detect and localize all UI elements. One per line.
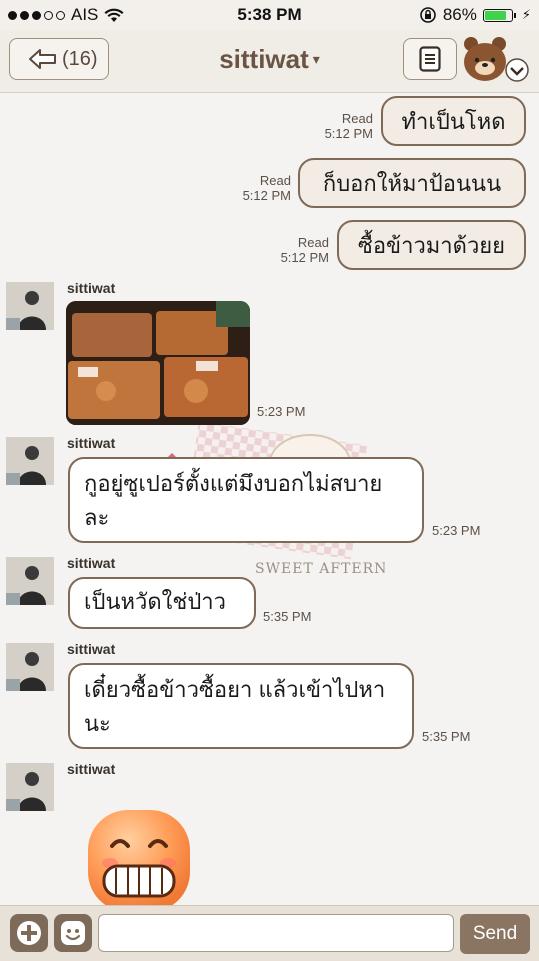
message-meta: Read 5:12 PM: [325, 111, 373, 141]
message-time: 5:12 PM: [324, 126, 373, 141]
back-button[interactable]: (16): [9, 38, 109, 80]
chat-header: (16) sittiwat ▾: [0, 30, 539, 93]
battery-icon: [482, 8, 516, 22]
message-time: 5:12 PM: [280, 250, 329, 265]
message-bubble[interactable]: ก็บอกให้มาป้อนนน: [298, 158, 526, 208]
message-time: 5:12 PM: [242, 188, 291, 203]
message-input[interactable]: [98, 914, 454, 952]
message-time: 5:23 PM: [257, 404, 306, 419]
read-status: Read: [297, 235, 329, 250]
message-text-line: เดี๋ยวซื้อข้าวซื้อยา แล้วเข้าไปหา: [84, 677, 386, 702]
message-bubble[interactable]: ทำเป็นโหด: [381, 96, 526, 146]
sender-name: sittiwat: [67, 555, 116, 571]
person-avatar-icon: [6, 437, 54, 485]
read-status: Read: [259, 173, 291, 188]
message-time: 5:35 PM: [263, 609, 312, 624]
message-bubble[interactable]: ซื้อข้าวมาด้วยย: [337, 220, 526, 270]
person-avatar-icon: [6, 763, 54, 811]
message-bubble[interactable]: กูอยู่ซูเปอร์ตั้งแต่มึงบอกไม่สบาย ละ: [68, 457, 424, 543]
notes-button[interactable]: [403, 38, 457, 80]
smiley-icon: [61, 921, 85, 945]
message-text-line: ละ: [84, 505, 110, 530]
message-text-line: เป็นหวัดใช่ป่าว: [84, 589, 227, 614]
message-bubble[interactable]: เป็นหวัดใช่ป่าว: [68, 577, 256, 629]
plus-icon: [17, 921, 41, 945]
person-avatar-icon: [6, 557, 54, 605]
chevron-down-icon: ▾: [312, 51, 320, 67]
sender-name: sittiwat: [67, 435, 116, 451]
message-time: 5:35 PM: [422, 729, 471, 744]
rotation-lock-icon: [420, 7, 436, 23]
avatar[interactable]: [6, 437, 54, 485]
message-text: ก็บอกให้มาป้อนนน: [322, 170, 502, 196]
sender-name: sittiwat: [67, 761, 116, 777]
avatar[interactable]: [6, 282, 54, 330]
input-bar: Send: [0, 905, 539, 961]
chat-log[interactable]: SWEET AFTERNOON Read 5:12 PM ทำเป็นโหด R…: [0, 93, 539, 905]
background-caption: SWEET AFTERNOON: [255, 561, 385, 577]
avatar[interactable]: [6, 763, 54, 811]
charging-icon: ⚡: [521, 7, 531, 22]
message-text: ซื้อข้าวมาด้วยย: [357, 232, 506, 258]
photo-message[interactable]: [66, 301, 250, 425]
add-button[interactable]: [10, 914, 48, 952]
avatar[interactable]: [6, 557, 54, 605]
unread-count: (16): [62, 47, 98, 70]
note-icon: [419, 46, 441, 72]
sender-name: sittiwat: [67, 280, 116, 296]
sender-name: sittiwat: [67, 641, 116, 657]
message-text: ทำเป็นโหด: [401, 108, 506, 134]
emoticon-button[interactable]: [54, 914, 92, 952]
battery-status: 86% ⚡: [419, 5, 531, 25]
read-status: Read: [341, 111, 373, 126]
message-meta: Read 5:12 PM: [281, 235, 329, 265]
message-time: 5:23 PM: [432, 523, 481, 538]
sticker-menu-button[interactable]: [461, 36, 531, 84]
food-photo: [66, 301, 250, 425]
person-avatar-icon: [6, 282, 54, 330]
message-text-line: นะ: [84, 711, 111, 736]
message-text-line: กูอยู่ซูเปอร์ตั้งแต่มึงบอกไม่สบาย: [84, 471, 383, 496]
chat-title[interactable]: sittiwat ▾: [160, 44, 379, 75]
chat-title-text: sittiwat: [219, 44, 309, 74]
message-meta: Read 5:12 PM: [243, 173, 291, 203]
person-avatar-icon: [6, 643, 54, 691]
message-bubble[interactable]: เดี๋ยวซื้อข้าวซื้อยา แล้วเข้าไปหา นะ: [68, 663, 414, 749]
grinning-face-sticker[interactable]: [86, 808, 192, 905]
back-arrow-icon: [29, 49, 56, 69]
battery-percent: 86%: [442, 5, 477, 24]
brown-bear-icon: [464, 37, 529, 82]
status-bar: AIS 5:38 PM 86% ⚡: [0, 0, 539, 30]
send-button[interactable]: Send: [460, 914, 530, 954]
avatar[interactable]: [6, 643, 54, 691]
